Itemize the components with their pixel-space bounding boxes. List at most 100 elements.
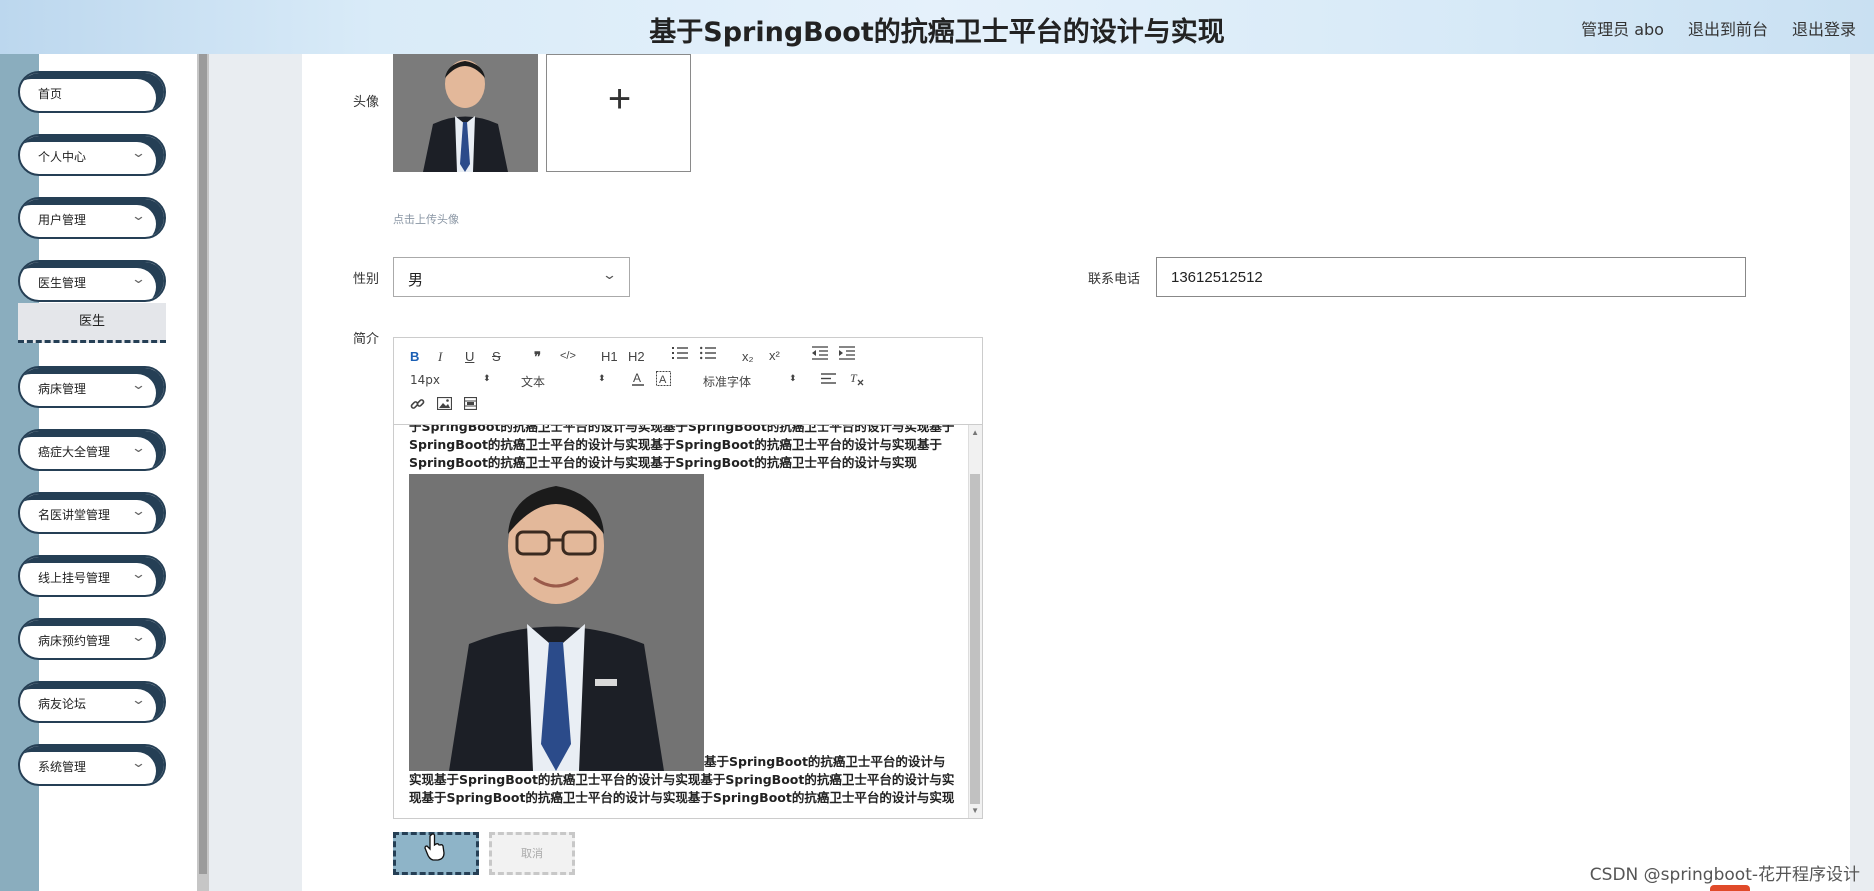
sidebar-item-system[interactable]: 系统管理 ⌄ — [18, 744, 166, 786]
sidebar-item-doctors[interactable]: 医生管理 ⌄ — [18, 260, 166, 302]
select-arrows-icon: ⬍ — [483, 374, 491, 384]
sidebar-item-registration[interactable]: 线上挂号管理 ⌄ — [18, 555, 166, 597]
clear-format-icon[interactable]: T — [849, 371, 865, 389]
font-color-icon[interactable]: A — [631, 371, 645, 390]
svg-text:T: T — [850, 371, 858, 385]
strike-button[interactable]: S — [492, 349, 501, 364]
superscript-button[interactable]: x² — [769, 348, 780, 363]
sidebar-item-profile[interactable]: 个人中心 ⌄ — [18, 134, 166, 176]
background-color-icon[interactable]: A — [656, 371, 671, 390]
sidebar-item-label: 名医讲堂管理 — [38, 508, 111, 522]
scroll-up-icon[interactable]: ▲ — [971, 428, 979, 437]
svg-text:A: A — [659, 374, 667, 386]
underline-button[interactable]: U — [465, 349, 474, 364]
code-block-button[interactable]: </> — [560, 350, 576, 362]
cancel-button[interactable]: 取消 — [489, 832, 575, 875]
image-icon[interactable] — [436, 396, 453, 413]
sidebar-item-lectures[interactable]: 名医讲堂管理 ⌄ — [18, 492, 166, 534]
avatar-upload-box[interactable]: + — [546, 54, 691, 172]
sidebar-item-label: 病床预约管理 — [38, 634, 111, 648]
h2-button[interactable]: H2 — [628, 349, 645, 364]
sidebar-item-label: 医生管理 — [38, 276, 87, 290]
outdent-icon[interactable] — [812, 346, 828, 363]
sidebar-item-home[interactable]: 首页 — [18, 71, 166, 113]
editor-inline-image — [409, 474, 704, 771]
chevron-down-icon: ⌄ — [130, 692, 147, 707]
editor-text-after-image: 基于SpringBoot的抗癌卫士平台的设计与 — [704, 754, 946, 769]
chevron-down-icon: ⌄ — [130, 208, 147, 223]
sidebar-item-users[interactable]: 用户管理 ⌄ — [18, 197, 166, 239]
editor-scrollbar-thumb[interactable] — [970, 474, 980, 804]
bullet-list-icon[interactable] — [700, 346, 716, 363]
ordered-list-icon[interactable] — [672, 346, 688, 363]
sidebar-item-label: 病友论坛 — [38, 697, 87, 711]
sidebar-item-cancer-encyclopedia[interactable]: 癌症大全管理 ⌄ — [18, 429, 166, 471]
top-header: 基于SpringBoot的抗癌卫士平台的设计与实现 管理员 abo 退出到前台 … — [0, 0, 1874, 54]
logout-link[interactable]: 退出登录 — [1792, 16, 1856, 40]
upload-hint: 点击上传头像 — [393, 213, 459, 226]
phone-label: 联系电话 — [1088, 272, 1141, 287]
header-links: 管理员 abo 退出到前台 退出登录 — [1581, 16, 1856, 40]
font-family-value: 标准字体 — [703, 375, 752, 389]
portrait-graphic — [409, 474, 704, 771]
video-icon[interactable] — [463, 396, 478, 413]
chevron-down-icon: ⌄ — [130, 271, 147, 286]
sidebar-item-label: 系统管理 — [38, 760, 87, 774]
editor-content[interactable]: 于SpringBoot的抗癌卫士平台的设计与实现基于SpringBoot的抗癌卫… — [394, 425, 982, 818]
font-family-select[interactable]: 标准字体 ⬍ — [703, 373, 797, 390]
chevron-down-icon: ⌄ — [130, 377, 147, 392]
sidebar-item-label: 线上挂号管理 — [38, 571, 111, 585]
chevron-down-icon: ⌄ — [601, 267, 618, 282]
right-gutter — [1850, 54, 1874, 891]
sidebar-item-label: 首页 — [38, 87, 63, 101]
avatar-image — [393, 54, 538, 172]
chevron-down-icon: ⌄ — [130, 566, 147, 581]
hand-cursor-icon — [424, 833, 446, 861]
gender-label: 性别 — [353, 272, 380, 287]
sidebar-item-beds[interactable]: 病床管理 ⌄ — [18, 366, 166, 408]
rich-text-editor: B I U S ❞ </> H1 H2 x₂ x² 14px ⬍ 文本 ⬍ A — [393, 337, 983, 819]
editor-toolbar: B I U S ❞ </> H1 H2 x₂ x² 14px ⬍ 文本 ⬍ A — [394, 338, 982, 425]
font-size-value: 14px — [410, 373, 440, 387]
sidebar-item-label: 癌症大全管理 — [38, 445, 111, 459]
h1-button[interactable]: H1 — [601, 349, 618, 364]
link-icon[interactable] — [410, 397, 425, 415]
subscript-button[interactable]: x₂ — [742, 349, 754, 364]
indent-icon[interactable] — [839, 346, 855, 363]
sidebar-item-bed-booking[interactable]: 病床预约管理 ⌄ — [18, 618, 166, 660]
chevron-down-icon: ⌄ — [130, 629, 147, 644]
portrait-graphic — [393, 54, 538, 172]
watermark: CSDN @springboot-花开程序设计 — [1589, 865, 1860, 885]
blockquote-button[interactable]: ❞ — [534, 349, 541, 365]
submenu-item-doctor[interactable]: 医生 — [18, 303, 166, 343]
gender-value: 男 — [408, 271, 424, 289]
editor-text-top: 于SpringBoot的抗癌卫士平台的设计与实现基于SpringBoot的抗癌卫… — [409, 425, 955, 470]
sidebar-scrollbar-thumb[interactable] — [199, 54, 207, 874]
header-select-value: 文本 — [521, 375, 546, 389]
corner-decoration — [1710, 885, 1750, 891]
editor-text-bottom: 实现基于SpringBoot的抗癌卫士平台的设计与实现基于SpringBoot的… — [409, 772, 955, 805]
chevron-down-icon: ⌄ — [130, 145, 147, 160]
chevron-down-icon: ⌄ — [130, 503, 147, 518]
sidebar-item-label: 病床管理 — [38, 382, 87, 396]
avatar-label: 头像 — [353, 95, 380, 110]
chevron-down-icon: ⌄ — [130, 440, 147, 455]
bold-button[interactable]: B — [410, 349, 419, 364]
select-arrows-icon: ⬍ — [789, 374, 797, 384]
user-label: 管理员 abo — [1581, 20, 1664, 39]
plus-icon: + — [607, 77, 632, 121]
chevron-down-icon: ⌄ — [130, 755, 147, 770]
back-to-front-link[interactable]: 退出到前台 — [1688, 16, 1768, 40]
font-size-select[interactable]: 14px ⬍ — [410, 373, 491, 387]
intro-label: 简介 — [353, 332, 380, 347]
sidebar-item-label: 个人中心 — [38, 150, 87, 164]
sidebar-item-label: 用户管理 — [38, 213, 87, 227]
sidebar-item-forum[interactable]: 病友论坛 ⌄ — [18, 681, 166, 723]
phone-input[interactable] — [1156, 257, 1746, 297]
align-icon[interactable] — [821, 372, 836, 388]
italic-button[interactable]: I — [438, 349, 442, 365]
header-select[interactable]: 文本 ⬍ — [521, 373, 606, 390]
svg-text:A: A — [633, 371, 641, 385]
gender-select[interactable]: 男 ⌄ — [393, 257, 630, 297]
scroll-down-icon[interactable]: ▼ — [971, 806, 979, 815]
